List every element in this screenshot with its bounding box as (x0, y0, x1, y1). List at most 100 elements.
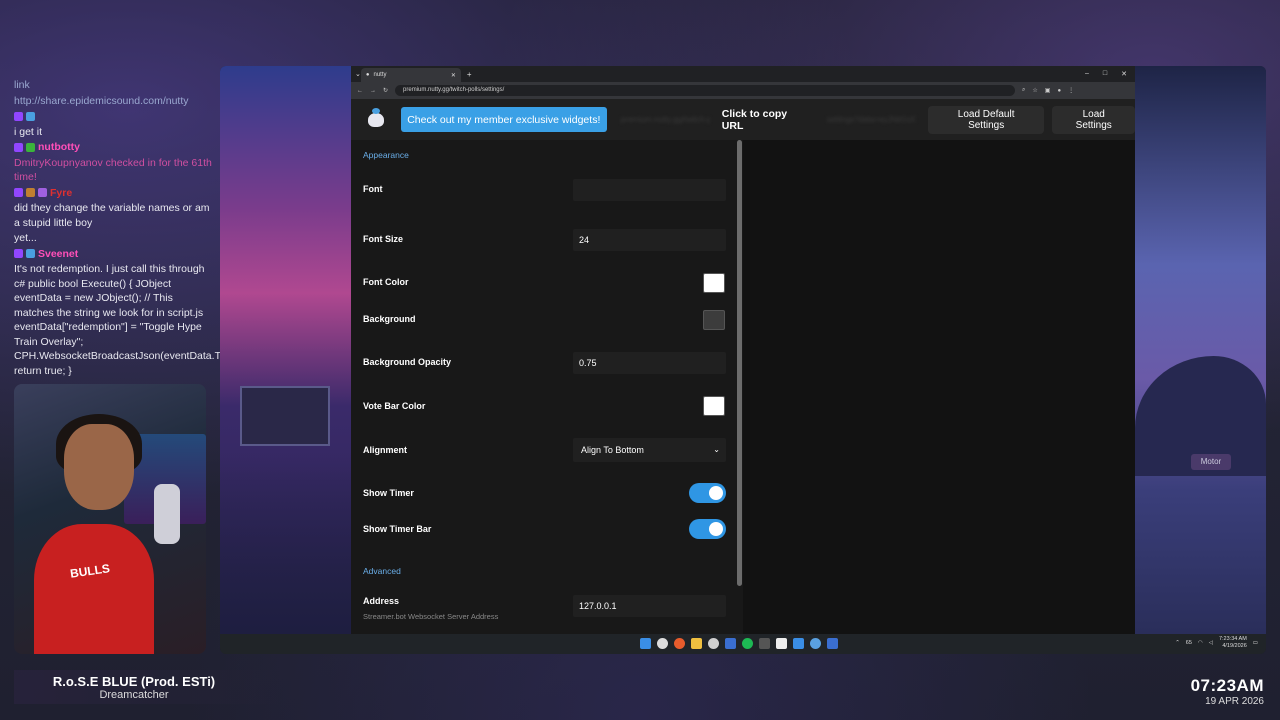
vscode-icon[interactable] (725, 638, 736, 649)
spotify-icon[interactable] (742, 638, 753, 649)
blurred-url-left: premium.nutty.gg/twitch-polls (620, 115, 710, 124)
twitch-badge-icon (14, 249, 23, 259)
font-color-swatch[interactable] (703, 273, 725, 293)
firefox-icon[interactable] (674, 638, 685, 649)
system-tray: ⌃ 65 ◠ ◁ 7:23:34 AM 4/19/2026 ▭ (1175, 636, 1258, 650)
chat-message: yet... (14, 232, 37, 244)
start-icon[interactable] (640, 638, 651, 649)
profile-icon[interactable]: ● (1057, 88, 1061, 94)
desktop-capture: Motor ⌄ ● nutty ✕ + – □ ✕ ← → ↻ premium.… (220, 66, 1266, 654)
show-timer-toggle[interactable] (689, 483, 726, 503)
volume-icon[interactable]: ◁ (1209, 640, 1213, 646)
member-widgets-button[interactable]: Check out my member exclusive widgets! (400, 107, 607, 132)
chat-username: nutbotty (38, 141, 80, 153)
alignment-select[interactable]: Align To Bottom ⌄ (573, 438, 726, 462)
chat-link[interactable]: http://share.epidemicsound.com/nutty (14, 94, 214, 109)
tab-title: nutty (373, 72, 387, 78)
tab-close-icon[interactable]: ✕ (451, 72, 456, 79)
address-label: Address (363, 596, 400, 606)
vote-bar-color-swatch[interactable] (703, 396, 725, 416)
chat-username: Sveenet (38, 247, 79, 260)
chat-link[interactable]: link (14, 78, 214, 93)
back-icon[interactable]: ← (357, 88, 363, 94)
microphone (154, 484, 180, 544)
font-size-label: Font Size (363, 234, 403, 244)
background-color-swatch[interactable] (703, 310, 725, 330)
bookmark-icon[interactable]: ☆ (1032, 87, 1037, 94)
chevron-up-icon[interactable]: ⌃ (1175, 640, 1180, 646)
section-advanced: Advanced (363, 566, 401, 576)
extensions-icon[interactable]: ▣ (1045, 87, 1051, 94)
file-explorer-icon[interactable] (691, 638, 702, 649)
browser-window: ⌄ ● nutty ✕ + – □ ✕ ← → ↻ premium.nutty.… (351, 66, 1135, 634)
maximize-icon[interactable]: □ (1103, 70, 1107, 78)
new-tab-icon[interactable]: + (467, 70, 472, 79)
streamerbot-icon[interactable] (793, 638, 804, 649)
font-input[interactable] (573, 179, 726, 201)
url-field[interactable]: premium.nutty.gg/twitch-polls/settings/ (395, 85, 1016, 96)
background-opacity-input[interactable]: 0.75 (573, 352, 726, 374)
background-opacity-label: Background Opacity (363, 357, 452, 367)
zoom-icon[interactable]: ⌕ (1022, 87, 1025, 94)
blurred-url-right: settings?data=eyJhbGciOi (826, 115, 916, 124)
chat-system-message: DmitryKoupnyanov checked in for the 61th… (14, 156, 212, 184)
address-bar: ← → ↻ premium.nutty.gg/twitch-polls/sett… (351, 82, 1135, 99)
address-input[interactable]: 127.0.0.1 (573, 595, 726, 617)
reload-icon[interactable]: ↻ (383, 87, 388, 94)
streamer: BULLS (34, 414, 154, 654)
tray-date: 4/19/2026 (1222, 643, 1247, 649)
section-appearance: Appearance (363, 150, 409, 160)
copy-url-button[interactable]: Click to copy URL (722, 108, 811, 132)
chevron-down-icon: ⌄ (713, 445, 720, 454)
background-label: Background (363, 314, 416, 324)
jersey: BULLS (34, 524, 154, 654)
minimize-icon[interactable]: – (1085, 70, 1089, 78)
browser-tab[interactable]: ● nutty ✕ (360, 68, 461, 82)
obs-icon[interactable] (708, 638, 719, 649)
close-icon[interactable]: ✕ (1121, 70, 1127, 78)
wallpaper-sign: Motor (1191, 454, 1231, 470)
windows-taskbar: ⌃ 65 ◠ ◁ 7:23:34 AM 4/19/2026 ▭ (220, 634, 1266, 654)
menu-icon[interactable]: ⋮ (1068, 87, 1074, 94)
clock-time: 07:23AM (1190, 676, 1264, 695)
show-timer-bar-toggle[interactable] (689, 519, 726, 539)
song-artist: Dreamcatcher (99, 689, 169, 701)
chat-panel: link http://share.epidemicsound.com/nutt… (14, 78, 267, 379)
mod-badge-icon (26, 111, 35, 121)
webcam-feed: BULLS (14, 384, 206, 654)
show-timer-bar-label: Show Timer Bar (363, 524, 432, 534)
alignment-label: Alignment (363, 445, 407, 455)
settings-scrollbar[interactable] (737, 140, 742, 586)
tab-search-icon[interactable]: ⌄ (355, 70, 361, 78)
wallpaper-building (240, 386, 330, 446)
wallpaper-right: Motor (1135, 66, 1266, 634)
load-settings-button[interactable]: Load Settings (1052, 105, 1135, 134)
forward-icon[interactable]: → (370, 88, 376, 94)
chat-message: i get it (14, 125, 43, 138)
font-size-input[interactable]: 24 (573, 229, 726, 251)
show-timer-label: Show Timer (363, 488, 414, 498)
chat-message: did they change the variable names or am… (14, 202, 210, 229)
now-playing: R.o.S.E BLUE (Prod. ESTi) Dreamcatcher (14, 670, 282, 704)
notification-icon[interactable]: ▭ (1253, 640, 1258, 646)
wallpaper-left (220, 66, 351, 634)
address-description: Streamer.bot Websocket Server Address (363, 612, 499, 621)
font-color-label: Font Color (363, 277, 409, 287)
load-default-settings-button[interactable]: Load Default Settings (927, 105, 1045, 134)
chat-username: Fyre (50, 186, 73, 199)
twitch-badge-icon (14, 188, 23, 198)
chrome-icon[interactable] (657, 638, 668, 649)
wallpaper-trees (220, 454, 351, 634)
sub-badge-icon (26, 188, 35, 198)
twitch-badge-icon (14, 142, 23, 152)
wifi-icon[interactable]: ◠ (1198, 640, 1203, 646)
widget-preview (743, 140, 1135, 634)
app-icon[interactable] (759, 638, 770, 649)
vs-icon[interactable] (827, 638, 838, 649)
sub-badge-icon (26, 249, 35, 259)
stream-clock: 07:23AM 19 APR 2026 (1191, 676, 1264, 707)
font-label: Font (363, 184, 383, 194)
settings-panel: Appearance Font Font Size 24 Font Color … (351, 140, 743, 634)
discord-icon[interactable] (776, 638, 787, 649)
globe-icon[interactable] (810, 638, 821, 649)
